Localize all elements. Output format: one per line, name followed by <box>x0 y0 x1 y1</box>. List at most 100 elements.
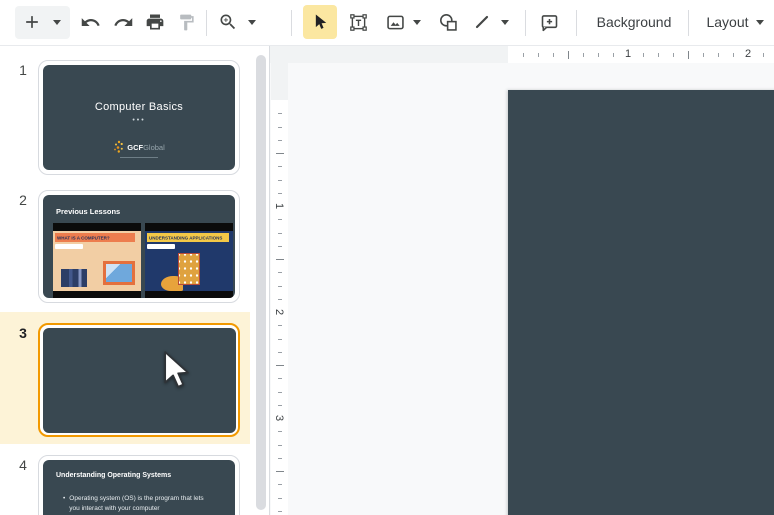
ruler-label: 1 <box>273 202 285 210</box>
ruler-tick <box>278 404 282 406</box>
logo-tagline-line <box>120 157 158 158</box>
ruler-tick <box>613 53 614 57</box>
filmstrip-scrollbar[interactable] <box>256 55 266 510</box>
insert-line-dropdown[interactable] <box>497 5 513 39</box>
slide-4-preview: Understanding Operating Systems Operatin… <box>43 460 235 515</box>
zoom-button[interactable] <box>213 5 243 39</box>
editing-canvas: 1 2 1 2 3 <box>270 46 774 515</box>
ruler-tick <box>276 153 284 154</box>
slide-1-preview: Computer Basics ••• GCFGlobal <box>43 65 235 170</box>
ruler-label: 2 <box>273 308 285 316</box>
add-comment-button[interactable] <box>534 5 564 39</box>
add-comment-icon <box>541 14 557 31</box>
paint-format-button[interactable] <box>171 5 201 39</box>
ruler-tick <box>538 53 539 57</box>
slide-editing-area[interactable] <box>508 90 774 515</box>
ruler-tick <box>278 232 282 234</box>
slide-4-bullet: Operating system (OS) is the program tha… <box>63 494 213 514</box>
slide-4-thumbnail[interactable]: Understanding Operating Systems Operatin… <box>38 455 240 515</box>
slide-filmstrip: 1 Computer Basics ••• GCFGlobal 2 Previo… <box>0 46 270 515</box>
slide-2-number: 2 <box>19 192 27 208</box>
ruler-tick <box>276 365 284 366</box>
ruler-tick <box>703 53 704 57</box>
gcf-logo: GCFGlobal <box>43 137 235 158</box>
ruler-tick <box>278 285 282 287</box>
new-slide-dropdown[interactable] <box>49 5 65 39</box>
bullet-dot <box>63 494 65 514</box>
text-box-icon <box>349 13 367 31</box>
new-slide-button[interactable] <box>17 5 47 39</box>
video-sub-label <box>55 244 83 249</box>
chevron-down-icon <box>413 19 421 25</box>
slide-1-ellipsis: ••• <box>132 117 146 124</box>
insert-image-dropdown[interactable] <box>409 5 425 39</box>
video-thumbnail-understanding-applications: UNDERSTANDING APPLICATIONS <box>145 223 233 298</box>
insert-line-button[interactable] <box>467 5 497 39</box>
ruler-tick <box>278 139 282 141</box>
insert-image-button[interactable] <box>380 5 410 39</box>
ruler-tick <box>278 325 282 327</box>
insert-shape-button[interactable] <box>433 5 463 39</box>
slide-1-thumbnail[interactable]: Computer Basics ••• GCFGlobal <box>38 60 240 175</box>
slide-2-thumbnail[interactable]: Previous Lessons WHAT IS A COMPUTER? UND… <box>38 190 240 303</box>
undo-button[interactable] <box>75 5 105 39</box>
shape-icon <box>439 13 457 31</box>
layout-button[interactable]: Layout <box>698 5 772 39</box>
image-icon <box>386 15 404 29</box>
print-button[interactable] <box>140 5 170 39</box>
text-box-button[interactable] <box>343 5 373 39</box>
ruler-tick <box>278 510 282 512</box>
ruler-tick <box>278 245 282 247</box>
select-tool-button[interactable] <box>303 5 337 39</box>
chevron-down-icon <box>501 19 509 25</box>
ruler-tick <box>673 53 674 57</box>
toolbar: Background Layout <box>0 0 774 46</box>
main-area: 1 Computer Basics ••• GCFGlobal 2 Previo… <box>0 46 774 515</box>
ruler-tick <box>733 53 734 57</box>
ruler-tick <box>278 272 282 274</box>
chevron-down-icon <box>248 19 256 25</box>
ruler-tick <box>278 497 282 499</box>
mouse-cursor-icon <box>163 350 189 388</box>
vertical-ruler: 1 2 3 <box>271 63 288 515</box>
ruler-tick <box>278 431 282 433</box>
background-button-label: Background <box>596 14 672 30</box>
redo-icon <box>113 17 132 26</box>
ruler-tick <box>718 53 719 57</box>
ruler-tick <box>278 298 282 300</box>
ruler-tick <box>553 53 554 57</box>
zoom-dropdown[interactable] <box>244 5 260 39</box>
ruler-tick <box>643 53 644 57</box>
ruler-tick <box>658 53 659 57</box>
slide-4-number: 4 <box>19 457 27 473</box>
horizontal-ruler: 1 2 <box>270 46 774 63</box>
cursor-icon <box>315 14 327 29</box>
ruler-label: 1 <box>624 48 632 60</box>
ruler-label: 3 <box>273 414 285 422</box>
horizontal-ruler-ticks: 1 2 <box>508 46 774 63</box>
paint-format-icon <box>179 14 194 30</box>
ruler-tick <box>583 53 584 57</box>
toolbar-divider <box>525 10 526 36</box>
ruler-tick <box>278 484 282 486</box>
chevron-down-icon <box>755 19 764 25</box>
ruler-tick <box>278 192 282 194</box>
background-button[interactable]: Background <box>588 5 680 39</box>
layout-button-label: Layout <box>706 14 749 30</box>
ruler-tick <box>278 378 282 380</box>
slide-2-preview: Previous Lessons WHAT IS A COMPUTER? UND… <box>43 195 235 298</box>
ruler-tick <box>598 53 599 57</box>
monitor-illustration <box>103 261 135 285</box>
ruler-tick <box>278 338 282 340</box>
ruler-tick <box>278 219 282 221</box>
ruler-tick <box>568 51 569 59</box>
slide-3-thumbnail[interactable] <box>38 323 240 437</box>
ruler-tick <box>688 51 689 59</box>
ruler-tick <box>278 126 282 128</box>
phone-illustration <box>178 253 200 285</box>
slide-2-title: Previous Lessons <box>56 207 121 216</box>
print-icon <box>146 14 164 30</box>
toolbar-divider <box>576 10 577 36</box>
redo-button[interactable] <box>108 5 138 39</box>
slide-4-title: Understanding Operating Systems <box>56 472 172 479</box>
